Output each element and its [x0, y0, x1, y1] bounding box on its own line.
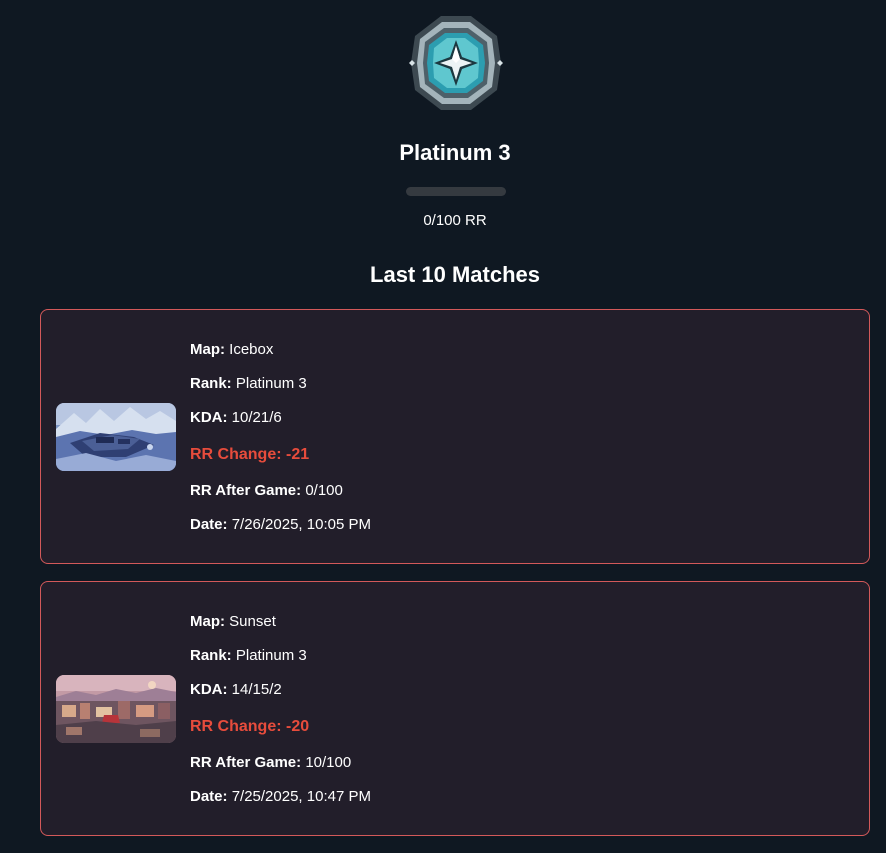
match-kda: KDA: 14/15/2: [190, 681, 282, 699]
match-date: Date: 7/25/2025, 10:47 PM: [190, 788, 371, 806]
match-card: Map: Icebox Rank: Platinum 3 KDA: 10/21/…: [40, 309, 870, 564]
match-details: Map: Sunset Rank: Platinum 3 KDA: 14/15/…: [190, 582, 790, 835]
date-value: 7/25/2025, 10:47 PM: [231, 788, 371, 805]
icebox-map-thumbnail: [56, 403, 176, 471]
kda-label: KDA:: [190, 681, 228, 698]
matches-section-title: Last 10 Matches: [370, 262, 540, 287]
map-value: Icebox: [229, 341, 274, 358]
rr-change-value: -21: [286, 446, 310, 463]
kda-label: KDA:: [190, 409, 228, 426]
kda-value: 14/15/2: [231, 681, 282, 698]
rr-after-label: RR After Game:: [190, 754, 302, 771]
date-label: Date:: [190, 788, 228, 805]
match-rank: Rank: Platinum 3: [190, 375, 307, 393]
rr-progress-text: 0/100 RR: [423, 212, 487, 229]
platinum-rank-icon: [407, 14, 505, 112]
match-kda: KDA: 10/21/6: [190, 409, 282, 427]
map-label: Map:: [190, 613, 225, 630]
match-details: Map: Icebox Rank: Platinum 3 KDA: 10/21/…: [190, 310, 790, 563]
rank-label: Rank:: [190, 647, 232, 664]
rr-change-value: -20: [286, 718, 310, 735]
match-rr-after: RR After Game: 10/100: [190, 754, 351, 772]
map-value: Sunset: [229, 613, 276, 630]
rr-after-value: 0/100: [305, 482, 343, 499]
match-rr-change: RR Change: -20: [190, 718, 309, 736]
rr-change-label: RR Change:: [190, 446, 282, 463]
date-value: 7/26/2025, 10:05 PM: [231, 516, 371, 533]
sunset-map-thumbnail: [56, 675, 176, 743]
date-label: Date:: [190, 516, 228, 533]
match-date: Date: 7/26/2025, 10:05 PM: [190, 516, 371, 534]
match-rr-after: RR After Game: 0/100: [190, 482, 343, 500]
match-rr-change: RR Change: -21: [190, 446, 309, 464]
match-map: Map: Sunset: [190, 613, 276, 631]
rr-progress-bar: [406, 187, 506, 196]
rank-title: Platinum 3: [399, 140, 511, 165]
rr-change-label: RR Change:: [190, 718, 282, 735]
match-rank: Rank: Platinum 3: [190, 647, 307, 665]
rank-value: Platinum 3: [235, 647, 307, 664]
kda-value: 10/21/6: [231, 409, 282, 426]
match-card: Map: Sunset Rank: Platinum 3 KDA: 14/15/…: [40, 581, 870, 836]
match-map: Map: Icebox: [190, 341, 273, 359]
rank-label: Rank:: [190, 375, 232, 392]
rr-after-label: RR After Game:: [190, 482, 302, 499]
rr-after-value: 10/100: [305, 754, 352, 771]
map-label: Map:: [190, 341, 225, 358]
rank-value: Platinum 3: [235, 375, 307, 392]
